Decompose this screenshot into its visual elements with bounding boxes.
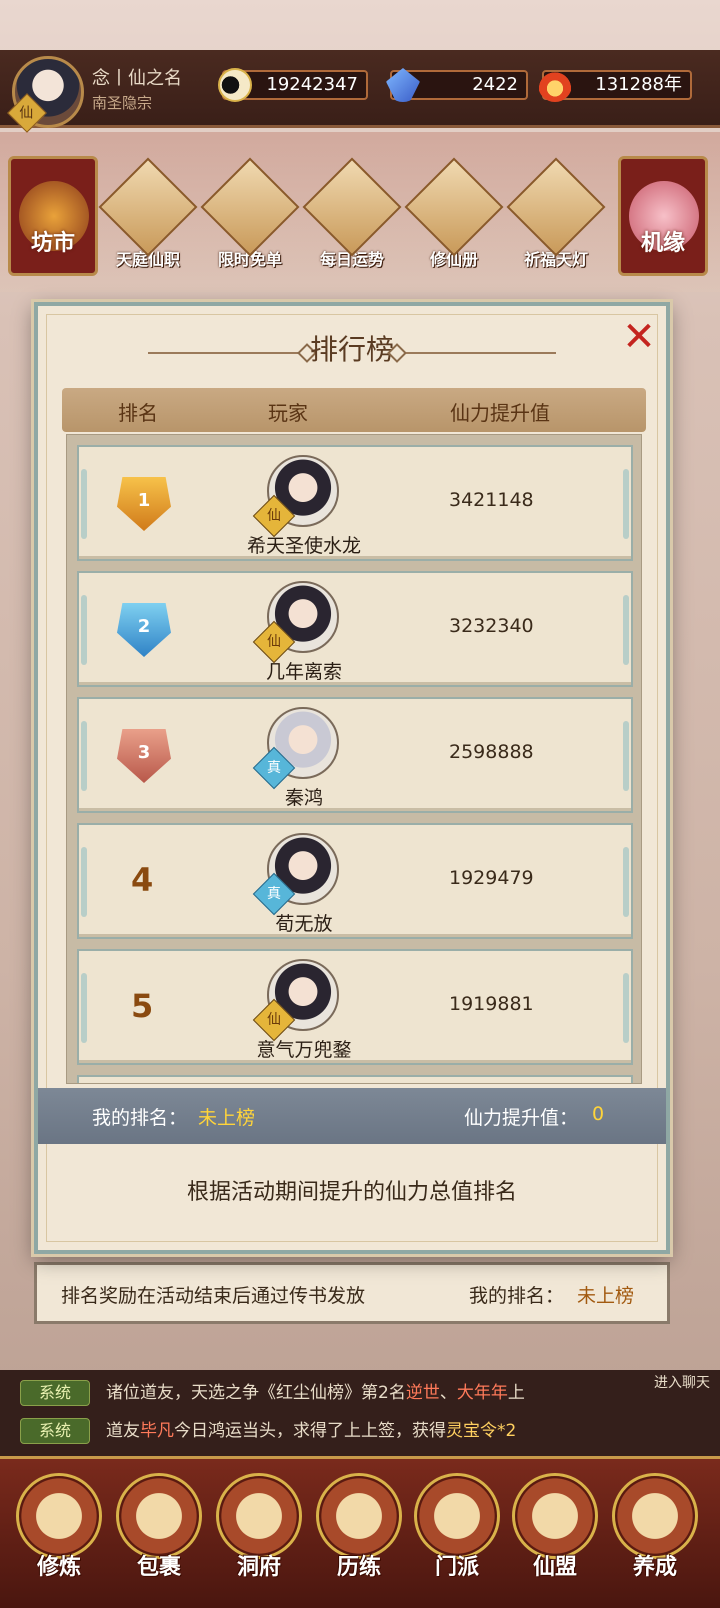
table-row[interactable]: 1 仙 希天圣使水龙 3421148 xyxy=(77,445,633,561)
under-my-rank-label: 我的排名： xyxy=(469,1285,565,1307)
silver-medal-icon: 2 xyxy=(117,603,171,657)
close-button[interactable]: ✕ xyxy=(620,317,658,357)
bronze-medal-icon: 3 xyxy=(117,729,171,783)
my-rank-label: 我的排名： xyxy=(92,1107,188,1129)
menu-item-free-order[interactable]: 限时免单 xyxy=(200,157,300,278)
ranking-description: 根据活动期间提升的仙力总值排名 xyxy=(186,1180,517,1205)
power-value: 3232340 xyxy=(449,615,534,637)
celestial-post-icon xyxy=(98,157,198,257)
nav-alliance[interactable]: 仙盟 xyxy=(510,1473,600,1599)
top-menu: 坊市 天庭仙职 限时免单 每日运势 修仙册 祈福天灯 机缘 xyxy=(0,132,720,292)
nav-cave[interactable]: 洞府 xyxy=(214,1473,304,1599)
player-name: 意气万兜鍪 xyxy=(256,1039,352,1061)
chat-line: 系统 道友毕凡今日鸿运当头，求得了上上签，获得灵宝令*2 xyxy=(20,1416,516,1448)
player-name: 秦鸿 xyxy=(284,787,323,809)
table-row[interactable]: 4 真 荀无放 1929479 xyxy=(77,823,633,939)
alliance-icon xyxy=(512,1473,598,1559)
pentagram-icon xyxy=(612,1473,698,1559)
player-name: 念丨仙之名 xyxy=(92,68,182,89)
table-row-partial[interactable] xyxy=(77,1075,633,1083)
scroll-icon xyxy=(404,157,504,257)
rank-number: 4 xyxy=(131,861,154,899)
gold-medal-icon: 1 xyxy=(117,477,171,531)
top-status-bar: 仙 念丨仙之名 南圣隐宗 19242347 2422 131288年 xyxy=(0,50,720,133)
resource-spirit-stones[interactable]: 19242347 xyxy=(218,68,368,102)
table-header: 排名 玩家 仙力提升值 xyxy=(62,388,646,432)
my-power-label: 仙力提升值： xyxy=(464,1107,579,1129)
nav-sect[interactable]: 门派 xyxy=(412,1473,502,1599)
menu-item-celestial-post[interactable]: 天庭仙职 xyxy=(98,157,198,278)
yin-yang-icon xyxy=(218,68,252,102)
flame-icon xyxy=(538,68,572,102)
title-divider-right xyxy=(406,352,556,354)
my-rank-bar: 我的排名： 未上榜 仙力提升值： 0 xyxy=(38,1088,666,1144)
power-value: 3421148 xyxy=(449,489,534,511)
player-avatar[interactable]: 仙 xyxy=(7,56,84,133)
col-player: 玩家 xyxy=(268,401,308,425)
nav-bag[interactable]: 包裹 xyxy=(114,1473,204,1599)
menu-item-cultivation-book[interactable]: 修仙册 xyxy=(404,157,504,278)
reward-note: 排名奖励在活动结束后通过传书发放 xyxy=(61,1285,366,1307)
resource-lifespan[interactable]: 131288年 xyxy=(538,68,692,102)
cave-icon xyxy=(216,1473,302,1559)
rank-badge: 仙 xyxy=(7,93,47,133)
modal-title: 排行榜 xyxy=(309,333,394,366)
menu-item-lantern[interactable]: 祈福天灯 xyxy=(506,157,606,278)
power-value: 1919881 xyxy=(449,993,534,1015)
market-banner[interactable]: 坊市 xyxy=(8,156,98,276)
my-rank-value: 未上榜 xyxy=(198,1107,256,1129)
player-name: 希天圣使水龙 xyxy=(246,535,361,557)
nav-develop[interactable]: 养成 xyxy=(610,1473,700,1599)
menu-item-daily-fortune[interactable]: 每日运势 xyxy=(302,157,402,278)
table-row[interactable]: 3 真 秦鸿 2598888 xyxy=(77,697,633,813)
lantern-icon xyxy=(506,157,606,257)
table-row[interactable]: 5 仙 意气万兜鍪 1919881 xyxy=(77,949,633,1065)
sect-gate-icon xyxy=(414,1473,500,1559)
daily-fortune-icon xyxy=(302,157,402,257)
under-my-rank-value: 未上榜 xyxy=(577,1285,635,1307)
cultivate-icon xyxy=(16,1473,102,1559)
player-name: 几年离索 xyxy=(265,661,342,683)
scroll-icon xyxy=(316,1473,402,1559)
resource-crystals[interactable]: 2422 xyxy=(386,68,528,102)
free-order-icon xyxy=(200,157,300,257)
bag-icon xyxy=(116,1473,202,1559)
system-tag: 系统 xyxy=(20,1418,90,1444)
nav-trial[interactable]: 历练 xyxy=(314,1473,404,1599)
bottom-nav: 修炼 包裹 洞府 历练 门派 仙盟 养成 xyxy=(0,1456,720,1608)
col-rank: 排名 xyxy=(118,401,158,425)
col-power: 仙力提升值 xyxy=(450,401,550,425)
ranking-modal: 排行榜 ✕ 排名 玩家 仙力提升值 1 仙 希天圣使水龙 3421148 2 仙… xyxy=(34,302,670,1254)
rank-number: 5 xyxy=(131,987,154,1025)
chat-panel[interactable]: 进入聊天 系统 诸位道友，天选之争《红尘仙榜》第2名逆世、大年年上 系统 道友毕凡今… xyxy=(0,1370,720,1456)
enter-chat-button[interactable]: 进入聊天 xyxy=(654,1372,710,1392)
nav-cultivate[interactable]: 修炼 xyxy=(14,1473,104,1599)
chat-line: 系统 诸位道友，天选之争《红尘仙榜》第2名逆世、大年年上 xyxy=(20,1378,525,1410)
reward-info-panel: 排名奖励在活动结束后通过传书发放 我的排名： 未上榜 xyxy=(34,1262,670,1324)
crystal-icon xyxy=(386,68,420,102)
player-name: 荀无放 xyxy=(275,913,333,935)
player-sect: 南圣隐宗 xyxy=(92,94,153,112)
table-row[interactable]: 2 仙 几年离索 3232340 xyxy=(77,571,633,687)
my-power-value: 0 xyxy=(592,1103,605,1125)
power-value: 2598888 xyxy=(449,741,534,763)
fortune-banner[interactable]: 机缘 xyxy=(618,156,708,276)
system-tag: 系统 xyxy=(20,1380,90,1406)
power-value: 1929479 xyxy=(449,867,534,889)
ranking-list[interactable]: 1 仙 希天圣使水龙 3421148 2 仙 几年离索 3232340 3 真 xyxy=(66,434,642,1084)
